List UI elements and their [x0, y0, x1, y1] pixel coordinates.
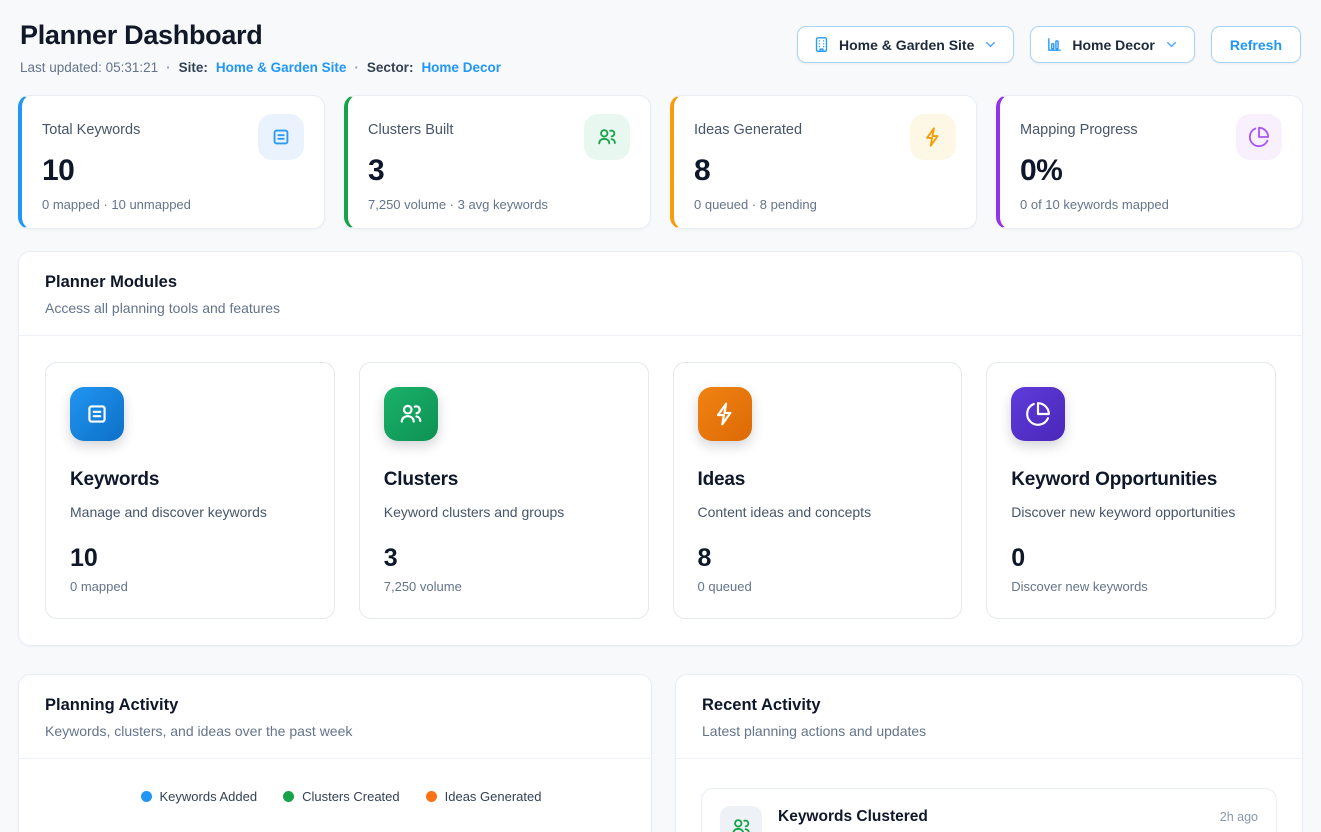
module-title: Clusters	[384, 469, 624, 491]
recent-activity-panel: Recent Activity Latest planning actions …	[675, 674, 1303, 832]
meta-separator: ·	[354, 60, 359, 75]
note-icon	[258, 114, 304, 160]
planning-activity-panel: Planning Activity Keywords, clusters, an…	[18, 674, 652, 832]
module-title: Keywords	[70, 469, 310, 491]
planner-dashboard-page: Planner Dashboard Last updated: 05:31:21…	[0, 0, 1321, 832]
module-value: 8	[698, 544, 938, 573]
module-subtext: 0 queued	[698, 579, 938, 594]
stat-value: 10	[42, 154, 304, 188]
stat-label: Ideas Generated	[694, 114, 802, 138]
refresh-button-label: Refresh	[1230, 37, 1282, 53]
site-label: Site:	[179, 60, 208, 75]
stat-label: Mapping Progress	[1020, 114, 1138, 138]
stat-value: 0%	[1020, 154, 1282, 188]
activity-chart: Keywords Added Clusters Created Ideas Ge…	[19, 759, 651, 832]
planner-modules-panel: Planner Modules Access all planning tool…	[18, 251, 1303, 646]
module-value: 0	[1011, 544, 1251, 573]
pie-chart-icon	[1236, 114, 1282, 160]
header-meta: Last updated: 05:31:21 · Site: Home & Ga…	[20, 60, 501, 75]
activity-timestamp: 2h ago	[1220, 810, 1258, 824]
legend-dot	[283, 791, 294, 802]
legend-label: Ideas Generated	[445, 789, 542, 804]
header-controls: Home & Garden Site Home Decor Refresh	[797, 26, 1301, 63]
planning-activity-subtitle: Keywords, clusters, and ideas over the p…	[45, 723, 625, 739]
stat-subtext: 7,250 volume · 3 avg keywords	[368, 197, 630, 212]
users-icon	[720, 806, 762, 832]
module-description: Keyword clusters and groups	[384, 504, 624, 520]
stat-subtext: 0 queued · 8 pending	[694, 197, 956, 212]
modules-subtitle: Access all planning tools and features	[45, 300, 1276, 316]
stat-card-clusters-built: Clusters Built 3 7,250 volume · 3 avg ke…	[344, 95, 651, 229]
legend-label: Keywords Added	[160, 789, 258, 804]
site-link[interactable]: Home & Garden Site	[216, 60, 347, 75]
module-card-keywords[interactable]: Keywords Manage and discover keywords 10…	[45, 362, 335, 619]
sector-selector-label: Home Decor	[1072, 37, 1154, 53]
module-title: Keyword Opportunities	[1011, 469, 1251, 491]
recent-activity-title: Recent Activity	[702, 696, 1276, 715]
legend-item-clusters-created: Clusters Created	[283, 789, 400, 804]
chevron-down-icon	[1164, 37, 1179, 52]
module-description: Manage and discover keywords	[70, 504, 310, 520]
users-icon	[584, 114, 630, 160]
module-description: Discover new keyword opportunities	[1011, 504, 1251, 520]
module-description: Content ideas and concepts	[698, 504, 938, 520]
activity-item-keywords-clustered: Keywords Clustered 3 new clusters create…	[701, 788, 1277, 832]
module-subtext: 0 mapped	[70, 579, 310, 594]
site-selector-button[interactable]: Home & Garden Site	[797, 26, 1014, 63]
stat-label: Total Keywords	[42, 114, 140, 138]
stat-card-ideas-generated: Ideas Generated 8 0 queued · 8 pending	[670, 95, 977, 229]
module-value: 3	[384, 544, 624, 573]
bar-chart-icon	[1046, 36, 1063, 53]
module-subtext: 7,250 volume	[384, 579, 624, 594]
sector-label: Sector:	[367, 60, 414, 75]
chevron-down-icon	[983, 37, 998, 52]
meta-separator: ·	[166, 60, 171, 75]
pie-chart-icon	[1011, 387, 1065, 441]
legend-label: Clusters Created	[302, 789, 400, 804]
stat-value: 3	[368, 154, 630, 188]
recent-activity-list: Keywords Clustered 3 new clusters create…	[676, 759, 1302, 832]
site-selector-label: Home & Garden Site	[839, 37, 974, 53]
chart-legend: Keywords Added Clusters Created Ideas Ge…	[43, 789, 639, 804]
zap-icon	[698, 387, 752, 441]
legend-dot	[426, 791, 437, 802]
last-updated-text: Last updated: 05:31:21	[20, 60, 158, 75]
stat-value: 8	[694, 154, 956, 188]
module-value: 10	[70, 544, 310, 573]
module-subtext: Discover new keywords	[1011, 579, 1251, 594]
module-card-ideas[interactable]: Ideas Content ideas and concepts 8 0 que…	[673, 362, 963, 619]
module-card-clusters[interactable]: Clusters Keyword clusters and groups 3 7…	[359, 362, 649, 619]
sector-link[interactable]: Home Decor	[421, 60, 501, 75]
sector-selector-button[interactable]: Home Decor	[1030, 26, 1194, 63]
stats-row: Total Keywords 10 0 mapped · 10 unmapped…	[18, 95, 1303, 229]
stat-subtext: 0 of 10 keywords mapped	[1020, 197, 1282, 212]
activity-title: Keywords Clustered	[778, 808, 1204, 826]
users-icon	[384, 387, 438, 441]
bottom-row: Planning Activity Keywords, clusters, an…	[18, 674, 1303, 832]
stat-card-total-keywords: Total Keywords 10 0 mapped · 10 unmapped	[18, 95, 325, 229]
note-icon	[70, 387, 124, 441]
planning-activity-title: Planning Activity	[45, 696, 625, 715]
zap-icon	[910, 114, 956, 160]
stat-label: Clusters Built	[368, 114, 453, 138]
module-card-keyword-opportunities[interactable]: Keyword Opportunities Discover new keywo…	[986, 362, 1276, 619]
page-title: Planner Dashboard	[20, 20, 501, 51]
modules-title: Planner Modules	[45, 273, 1276, 292]
module-title: Ideas	[698, 469, 938, 491]
page-header: Planner Dashboard Last updated: 05:31:21…	[18, 20, 1303, 75]
modules-grid: Keywords Manage and discover keywords 10…	[19, 336, 1302, 645]
recent-activity-subtitle: Latest planning actions and updates	[702, 723, 1276, 739]
building-icon	[813, 36, 830, 53]
legend-dot	[141, 791, 152, 802]
legend-item-keywords-added: Keywords Added	[141, 789, 258, 804]
stat-subtext: 0 mapped · 10 unmapped	[42, 197, 304, 212]
stat-card-mapping-progress: Mapping Progress 0% 0 of 10 keywords map…	[996, 95, 1303, 229]
legend-item-ideas-generated: Ideas Generated	[426, 789, 542, 804]
refresh-button[interactable]: Refresh	[1211, 26, 1301, 63]
